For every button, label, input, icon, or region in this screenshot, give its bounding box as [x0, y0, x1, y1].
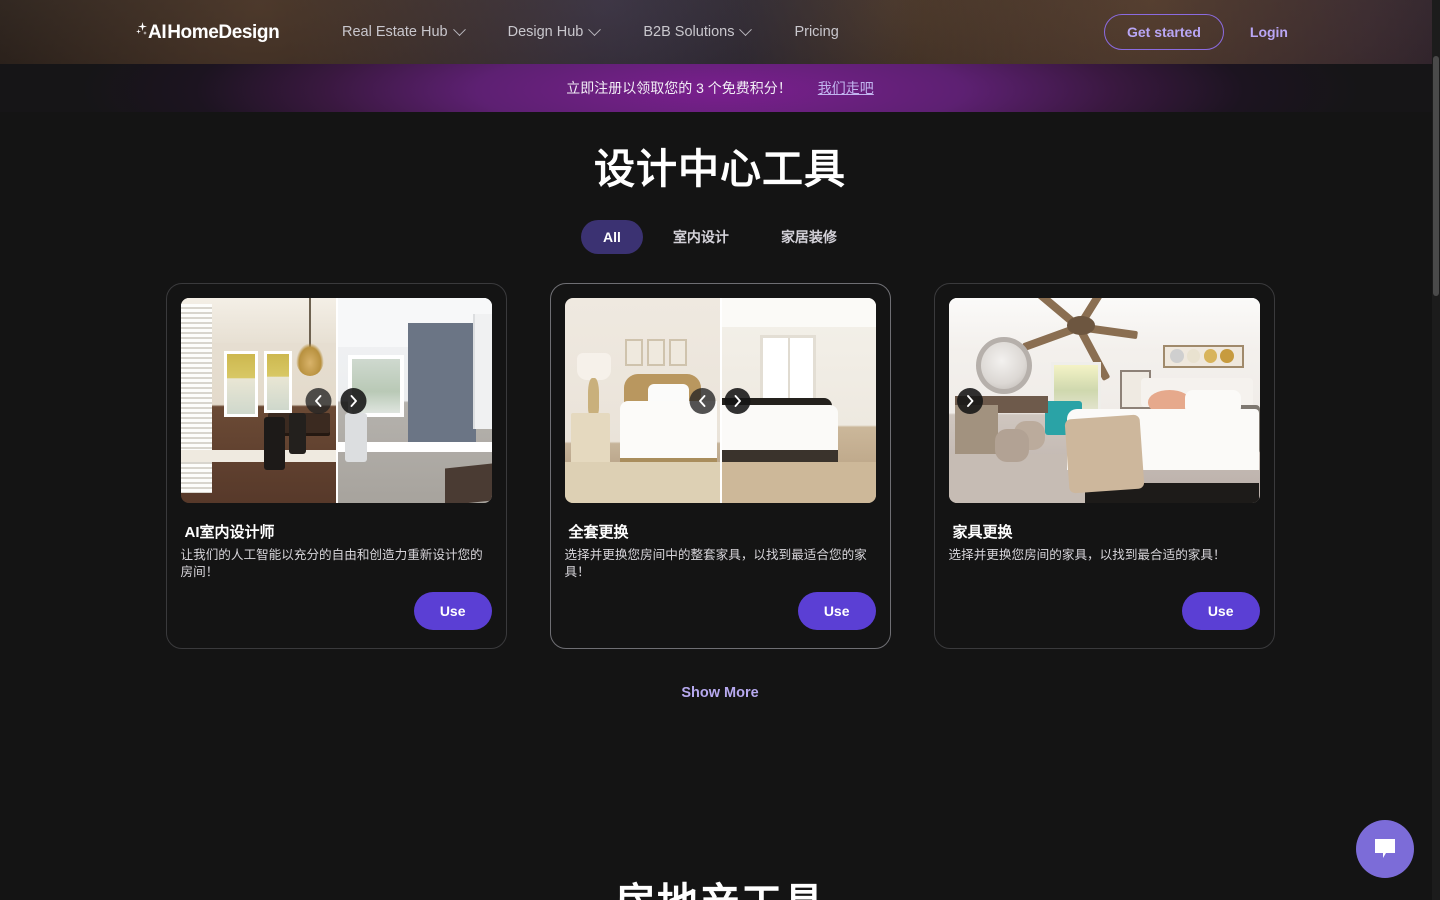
carousel-prev-button[interactable] [689, 387, 716, 414]
carousel-controls [305, 387, 367, 414]
show-more-link[interactable]: Show More [0, 685, 1440, 701]
chevron-down-icon [452, 22, 466, 36]
nav-item-b2b-solutions[interactable]: B2B Solutions [621, 0, 772, 64]
card-thumbnail[interactable] [180, 298, 492, 503]
tool-card-grid: AI室内设计师 让我们的人工智能以充分的自由和创造力重新设计您的房间！ Use [0, 283, 1440, 649]
page-scrollbar[interactable] [1432, 0, 1440, 900]
get-started-button[interactable]: Get started [1103, 14, 1224, 50]
thumbnail-image [948, 298, 1260, 503]
chevron-down-icon [739, 22, 753, 36]
card-thumbnail[interactable] [564, 298, 876, 503]
carousel-controls [689, 387, 751, 414]
nav-label: Real Estate Hub [342, 24, 448, 40]
tab-interior-design[interactable]: 室内设计 [651, 218, 751, 256]
card-description: 让我们的人工智能以充分的自由和创造力重新设计您的房间！ [180, 548, 483, 579]
use-button[interactable]: Use [797, 592, 876, 630]
carousel-next-button[interactable] [956, 387, 983, 414]
card-thumbnail[interactable] [948, 298, 1260, 503]
nav-label: B2B Solutions [643, 24, 735, 40]
promo-cta-link[interactable]: 我们走吧 [818, 78, 874, 98]
logo-prefix: AI [148, 22, 167, 43]
nav-item-pricing[interactable]: Pricing [772, 0, 860, 64]
filter-tabs: All 室内设计 家居装修 [0, 218, 1440, 256]
chat-widget-button[interactable] [1356, 820, 1414, 878]
nav-item-design-hub[interactable]: Design Hub [486, 0, 622, 64]
login-link[interactable]: Login [1242, 18, 1296, 46]
nav-item-real-estate-hub[interactable]: Real Estate Hub [320, 0, 486, 64]
page-title: 设计中心工具 [594, 146, 846, 192]
site-header: AI HomeDesign Real Estate Hub Design Hub… [0, 0, 1440, 64]
chat-bubble-icon [1375, 839, 1395, 858]
logo[interactable]: AI HomeDesign [136, 20, 280, 46]
main-nav: Real Estate Hub Design Hub B2B Solutions… [320, 0, 861, 64]
tab-home-renovation[interactable]: 家居装修 [759, 218, 859, 256]
real-estate-tools-title: 房地产工具 [0, 869, 1440, 900]
sparkles-icon [136, 22, 148, 43]
carousel-next-button[interactable] [724, 387, 751, 414]
scrollbar-thumb[interactable] [1433, 56, 1439, 296]
header-actions: Get started Login [1103, 0, 1296, 64]
carousel-next-button[interactable] [340, 387, 367, 414]
nav-label: Design Hub [507, 24, 584, 40]
logo-suffix: HomeDesign [167, 22, 280, 43]
promo-text: 立即注册以领取您的 3 个免费积分！ [566, 80, 792, 96]
page-root: AI HomeDesign Real Estate Hub Design Hub… [0, 0, 1440, 900]
tab-all[interactable]: All [581, 220, 643, 254]
tool-card[interactable]: AI室内设计师 让我们的人工智能以充分的自由和创造力重新设计您的房间！ Use [165, 283, 507, 649]
card-title: AI室内设计师 [184, 524, 275, 541]
card-title: 家具更换 [952, 524, 1013, 541]
carousel-controls [956, 387, 983, 414]
chevron-down-icon [588, 22, 602, 36]
use-button[interactable]: Use [1181, 592, 1260, 630]
main-content: 设计中心工具 All 室内设计 家居装修 AI室内设计师 让我们的人工智能以充分… [0, 112, 1440, 900]
tool-card[interactable]: 家具更换 选择并更换您房间的家具，以找到最合适的家具！ Use [933, 283, 1275, 649]
promo-banner: 立即注册以领取您的 3 个免费积分！ 我们走吧 [0, 64, 1440, 112]
tool-card[interactable]: 全套更换 选择并更换您房间中的整套家具，以找到最适合您的家具！ Use [549, 283, 891, 649]
card-title: 全套更换 [568, 524, 629, 541]
carousel-prev-button[interactable] [305, 387, 332, 414]
use-button[interactable]: Use [413, 592, 492, 630]
card-description: 选择并更换您房间中的整套家具，以找到最适合您的家具！ [564, 548, 867, 579]
nav-label: Pricing [794, 24, 839, 40]
card-description: 选择并更换您房间的家具，以找到最合适的家具！ [948, 548, 1226, 562]
